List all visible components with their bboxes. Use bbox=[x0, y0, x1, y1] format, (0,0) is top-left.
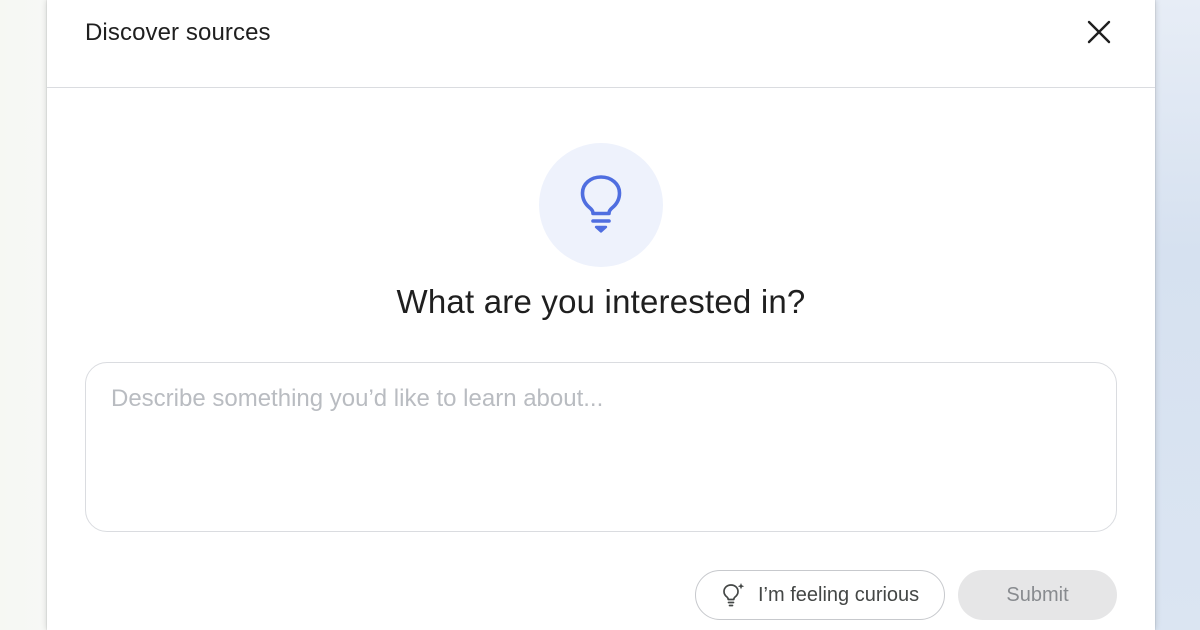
dialog-title: Discover sources bbox=[85, 19, 271, 46]
lightbulb-sparkle-icon bbox=[720, 582, 746, 608]
feeling-curious-label: I’m feeling curious bbox=[758, 583, 920, 606]
hero-icon-circle bbox=[539, 143, 663, 267]
dialog-header: Discover sources bbox=[47, 0, 1155, 88]
lightbulb-icon bbox=[580, 175, 622, 233]
feeling-curious-button[interactable]: I’m feeling curious bbox=[695, 570, 945, 620]
close-button[interactable] bbox=[1084, 17, 1114, 47]
page-heading: What are you interested in? bbox=[396, 283, 806, 320]
close-icon bbox=[1087, 20, 1111, 44]
topic-input[interactable] bbox=[85, 362, 1117, 532]
discover-sources-dialog: Discover sources What are you interested… bbox=[47, 0, 1155, 630]
submit-button[interactable]: Submit bbox=[958, 570, 1117, 620]
backdrop bbox=[1154, 0, 1200, 630]
